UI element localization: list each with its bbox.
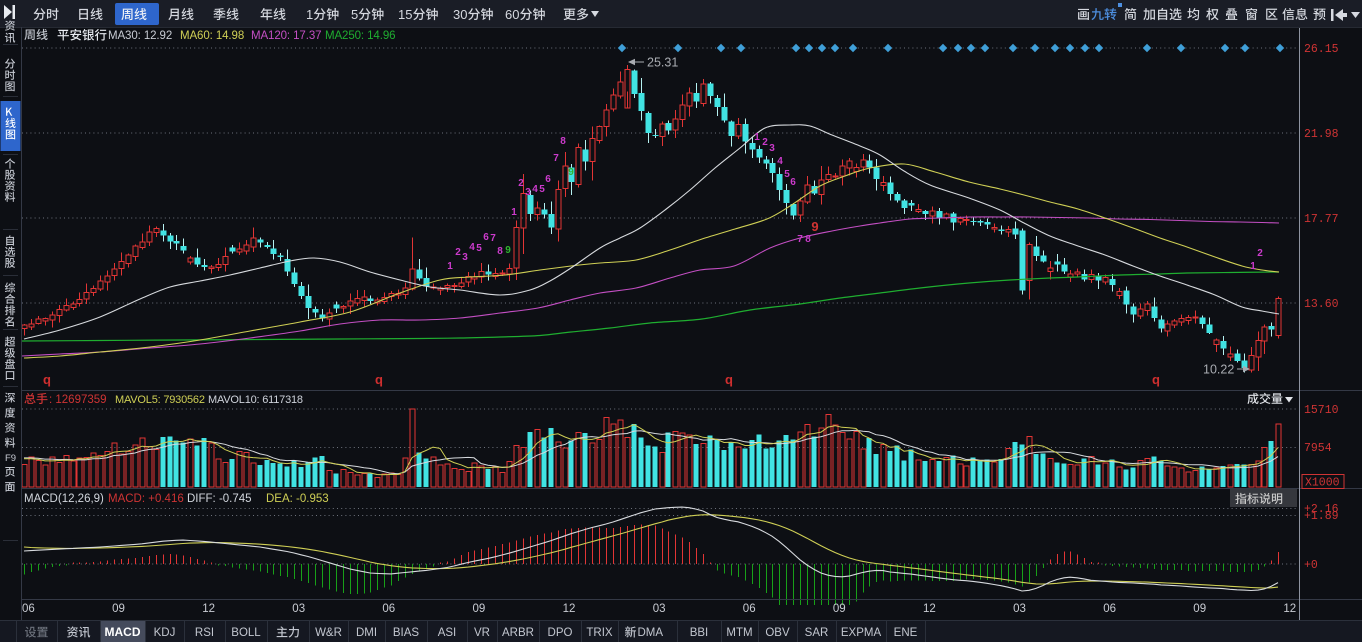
svg-text:03: 03 — [1013, 603, 1026, 615]
svg-text:ENE: ENE — [894, 627, 918, 639]
svg-text:4: 4 — [532, 184, 538, 195]
svg-text:ASI: ASI — [438, 627, 457, 639]
svg-text:SAR: SAR — [805, 627, 829, 639]
svg-text:8: 8 — [560, 136, 566, 147]
svg-text:8: 8 — [805, 234, 811, 245]
svg-text:MA120: 17.37: MA120: 17.37 — [251, 30, 321, 42]
svg-text:5: 5 — [539, 184, 545, 195]
svg-text:25.31: 25.31 — [647, 56, 678, 70]
svg-text:q: q — [375, 372, 383, 387]
svg-text:X1000: X1000 — [1305, 477, 1340, 490]
svg-text:ARBR: ARBR — [502, 627, 534, 639]
svg-text:MTM: MTM — [726, 627, 752, 639]
svg-text:DMA: DMA — [638, 627, 664, 639]
svg-text:EXPMA: EXPMA — [841, 627, 882, 639]
svg-text:1: 1 — [754, 132, 760, 143]
svg-text:BOLL: BOLL — [231, 627, 261, 639]
svg-text:6: 6 — [545, 174, 551, 185]
svg-text:1: 1 — [306, 7, 313, 22]
svg-text:15710: 15710 — [1304, 404, 1339, 417]
svg-text:MACD: MACD — [105, 625, 141, 639]
svg-text:10.22: 10.22 — [1203, 363, 1234, 377]
svg-text:4: 4 — [469, 242, 475, 253]
svg-text:5: 5 — [351, 7, 358, 22]
svg-text:+0: +0 — [1304, 559, 1318, 572]
svg-text:q: q — [725, 372, 733, 387]
svg-text:7: 7 — [553, 153, 559, 164]
svg-text:TRIX: TRIX — [586, 627, 613, 639]
svg-text:8: 8 — [497, 246, 503, 257]
svg-text:: 12697359: : 12697359 — [49, 394, 107, 406]
svg-text:13.60: 13.60 — [1304, 298, 1339, 311]
svg-text:MA60: 14.98: MA60: 14.98 — [180, 30, 244, 42]
svg-text:1: 1 — [447, 261, 453, 272]
svg-text:2: 2 — [455, 247, 461, 258]
svg-text:MAVOL10: 6117318: MAVOL10: 6117318 — [208, 394, 303, 406]
svg-text:60: 60 — [505, 7, 519, 22]
svg-text:7: 7 — [490, 233, 496, 244]
svg-text:DEA: -0.953: DEA: -0.953 — [266, 493, 329, 505]
svg-text:5: 5 — [476, 243, 482, 254]
svg-text:BIAS: BIAS — [393, 627, 420, 639]
svg-text:03: 03 — [653, 603, 666, 615]
svg-text:1: 1 — [1250, 261, 1256, 272]
svg-text:OBV: OBV — [765, 627, 790, 639]
svg-text:RSI: RSI — [195, 627, 214, 639]
svg-text:12: 12 — [202, 603, 215, 615]
svg-text:30: 30 — [453, 7, 467, 22]
svg-text:9: 9 — [568, 167, 574, 178]
svg-text:7: 7 — [797, 234, 803, 245]
svg-text:12: 12 — [563, 603, 576, 615]
svg-text:2: 2 — [518, 178, 524, 189]
svg-text:09: 09 — [473, 603, 486, 615]
svg-text:F9: F9 — [5, 453, 16, 464]
svg-text:9: 9 — [505, 245, 511, 256]
svg-text:12: 12 — [1283, 603, 1296, 615]
svg-text:KDJ: KDJ — [154, 627, 176, 639]
svg-text:09: 09 — [112, 603, 125, 615]
svg-text:9: 9 — [811, 219, 818, 234]
svg-text:09: 09 — [1193, 603, 1206, 615]
svg-text:2: 2 — [762, 137, 768, 148]
svg-text:MA30: 12.92: MA30: 12.92 — [108, 30, 172, 42]
svg-text:3: 3 — [525, 187, 531, 198]
svg-text:21.98: 21.98 — [1304, 128, 1339, 141]
svg-text:MACD: +0.416: MACD: +0.416 — [108, 493, 184, 505]
svg-text:MACD(12,26,9): MACD(12,26,9) — [24, 493, 104, 505]
svg-text:3: 3 — [462, 252, 468, 263]
svg-text:MAVOL5: 7930562: MAVOL5: 7930562 — [115, 394, 205, 406]
svg-text:6: 6 — [790, 177, 796, 188]
svg-text:+1.89: +1.89 — [1304, 510, 1339, 523]
svg-text:DIFF: -0.745: DIFF: -0.745 — [187, 493, 252, 505]
svg-text:q: q — [1152, 372, 1160, 387]
svg-text:q: q — [43, 372, 51, 387]
svg-text:12: 12 — [923, 603, 936, 615]
svg-text:2: 2 — [1257, 248, 1263, 259]
svg-text:4: 4 — [777, 156, 783, 167]
svg-text:MA250: 14.96: MA250: 14.96 — [325, 30, 395, 42]
svg-text:VR: VR — [474, 627, 490, 639]
svg-text:7954: 7954 — [1304, 442, 1332, 455]
svg-text:1: 1 — [511, 207, 517, 218]
svg-text:DPO: DPO — [548, 627, 573, 639]
svg-text:6: 6 — [483, 232, 489, 243]
svg-text:W&R: W&R — [315, 627, 342, 639]
svg-text:06: 06 — [1103, 603, 1116, 615]
svg-text:26.15: 26.15 — [1304, 43, 1339, 56]
svg-text:09: 09 — [833, 603, 846, 615]
svg-text:DMI: DMI — [356, 627, 377, 639]
svg-text:03: 03 — [292, 603, 305, 615]
svg-text:06: 06 — [22, 603, 35, 615]
svg-text:3: 3 — [769, 143, 775, 154]
svg-text:06: 06 — [382, 603, 395, 615]
svg-text:17.77: 17.77 — [1304, 213, 1339, 226]
svg-text:06: 06 — [743, 603, 756, 615]
svg-text:15: 15 — [398, 7, 412, 22]
svg-text:BBI: BBI — [690, 627, 709, 639]
